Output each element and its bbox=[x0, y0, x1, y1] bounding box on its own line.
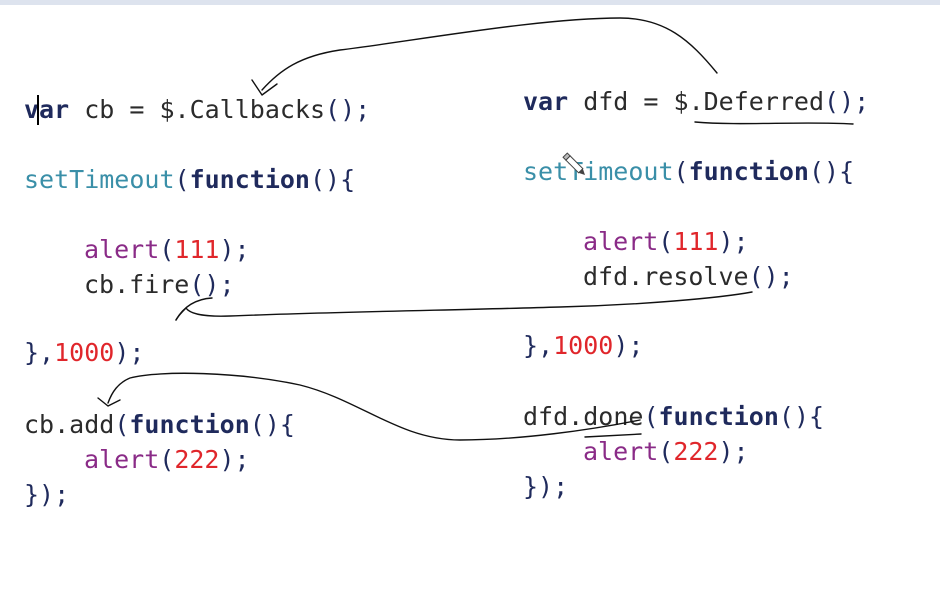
pencil-cursor-icon bbox=[562, 152, 585, 175]
fire-underline-hook bbox=[175, 297, 213, 321]
hand-drawn-annotations bbox=[97, 17, 854, 441]
arrow-resolve-to-fire bbox=[175, 291, 753, 321]
underline-done bbox=[584, 433, 642, 438]
arrow-deferred-to-callbacks bbox=[261, 17, 718, 91]
arrow-done-to-add bbox=[107, 372, 641, 441]
underline-deferred bbox=[694, 121, 854, 125]
